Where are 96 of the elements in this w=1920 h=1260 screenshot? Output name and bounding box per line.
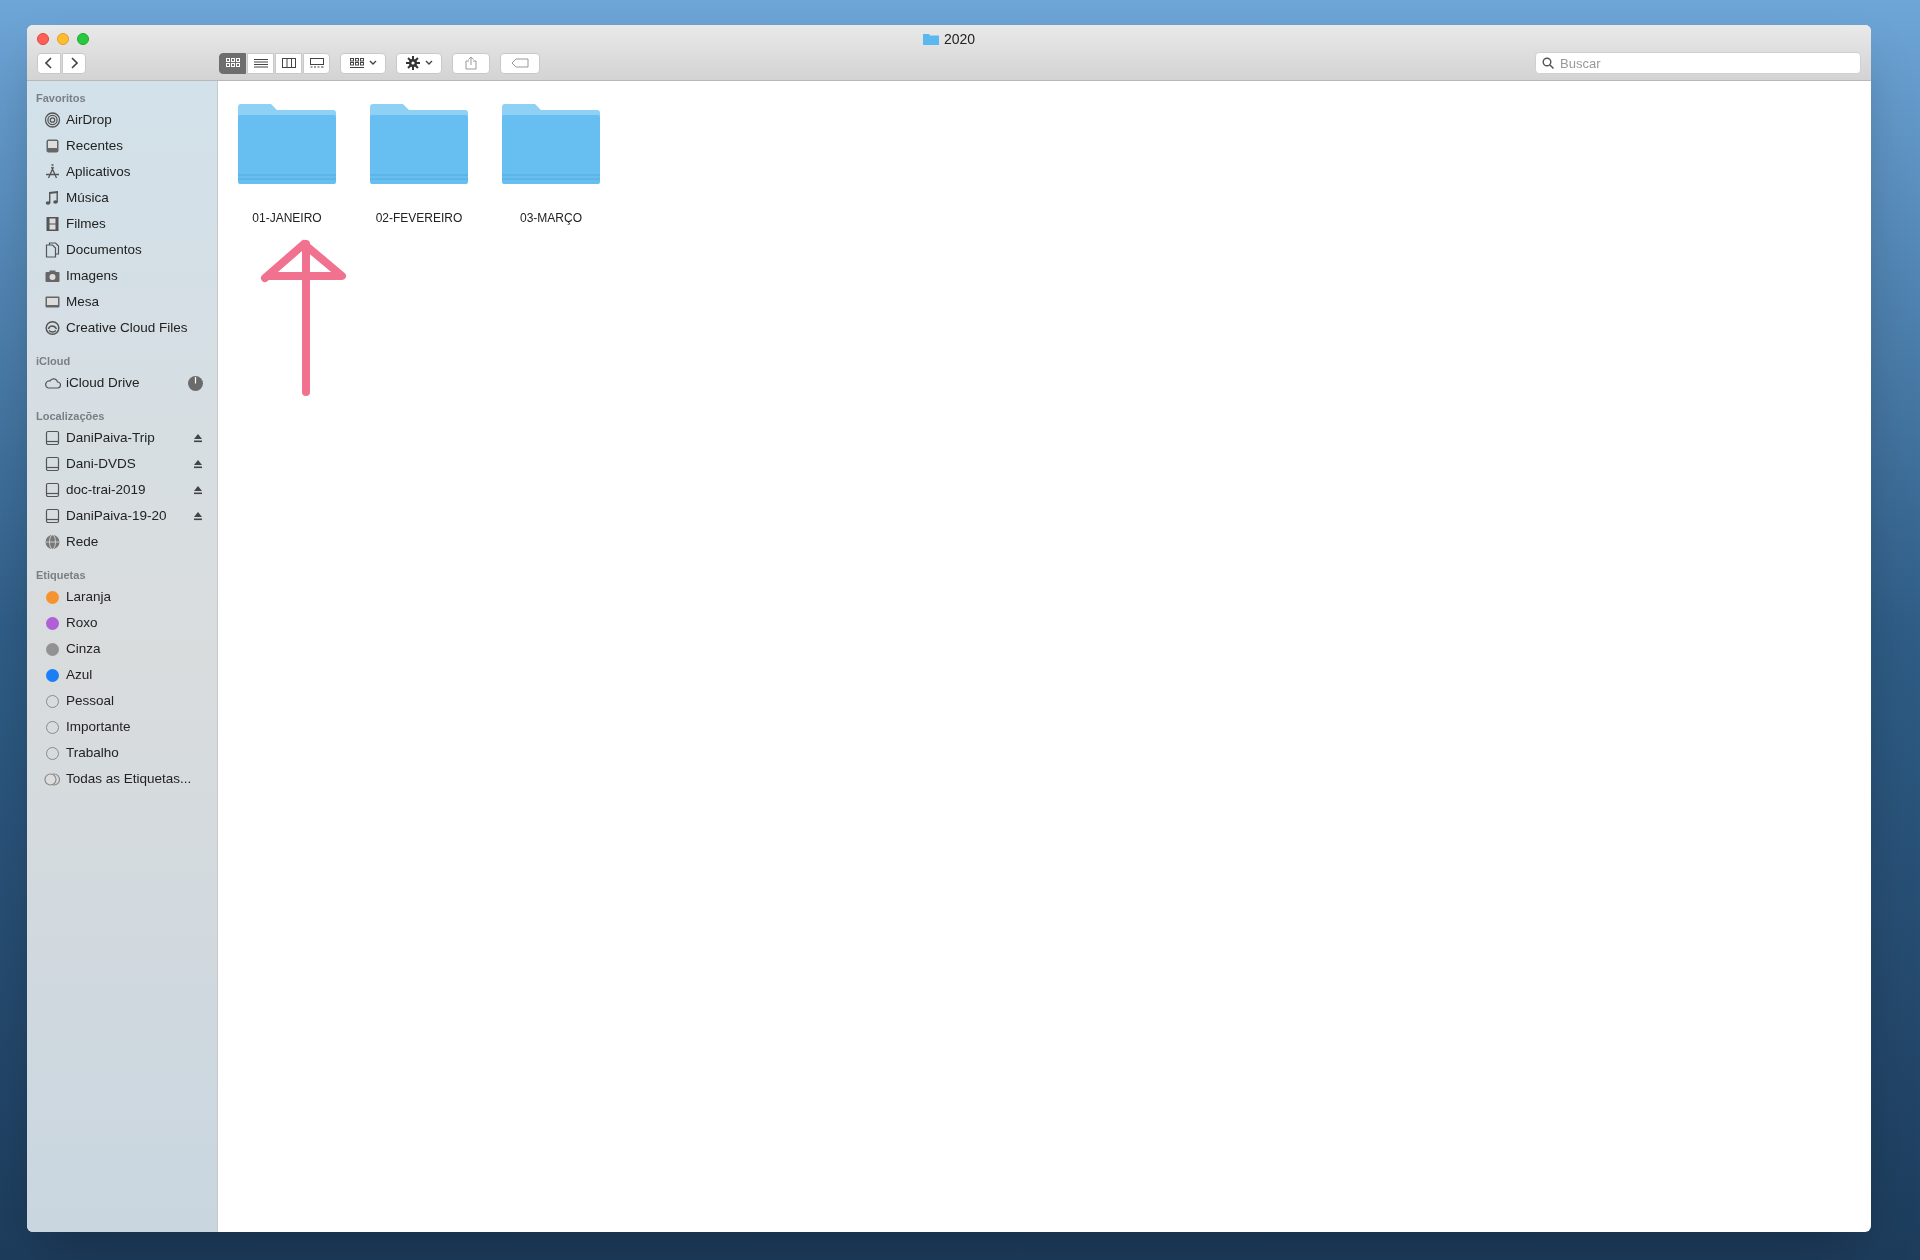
action-button[interactable]: [396, 52, 442, 74]
eject-icon[interactable]: [193, 433, 203, 443]
window-title: 2020: [943, 29, 976, 49]
sidebar-item[interactable]: DaniPaiva-Trip: [36, 425, 203, 451]
item-label: Rede: [66, 532, 100, 551]
item-label: Mesa: [66, 292, 100, 311]
section-heading: Favoritos: [36, 91, 87, 106]
item-label: Creative Cloud Files: [66, 318, 189, 337]
sidebar-item[interactable]: Pessoal: [36, 688, 203, 714]
sidebar-item[interactable]: Importante: [36, 714, 203, 740]
eject-icon[interactable]: [193, 485, 203, 495]
item-label: Aplicativos: [66, 162, 132, 181]
eject-icon[interactable]: [193, 459, 203, 469]
sidebar-item[interactable]: Recentes: [36, 133, 203, 159]
sidebar-item[interactable]: iCloud Drive: [36, 370, 203, 396]
gear-icon: [405, 56, 420, 70]
item-label: DaniPaiva-Trip: [66, 428, 156, 447]
sidebar-item[interactable]: doc-trai-2019: [36, 477, 203, 503]
sidebar-item[interactable]: DaniPaiva-19-20: [36, 503, 203, 529]
sidebar-item[interactable]: Azul: [36, 662, 203, 688]
drive-icon: [44, 482, 61, 498]
film-icon: [44, 216, 61, 232]
item-label: Filmes: [66, 214, 107, 233]
sidebar-item[interactable]: Filmes: [36, 211, 203, 237]
item-label: Pessoal: [66, 691, 116, 710]
folder-name[interactable]: 01-JANEIRO: [252, 209, 322, 227]
item-label: Cinza: [66, 639, 102, 658]
sidebar-item[interactable]: Roxo: [36, 610, 203, 636]
item-label: Música: [66, 188, 110, 207]
share-icon: [465, 56, 477, 70]
section-heading: iCloud: [36, 354, 72, 369]
item-label: Trabalho: [66, 743, 120, 762]
back-button[interactable]: [37, 52, 61, 74]
item-label: Todas as Etiquetas...: [66, 769, 193, 788]
search-field[interactable]: Buscar: [1535, 52, 1861, 74]
sidebar-item[interactable]: Todas as Etiquetas...: [36, 766, 203, 792]
view-columns-button[interactable]: [275, 52, 302, 74]
eject-icon[interactable]: [193, 511, 203, 521]
drive-icon: [44, 456, 61, 472]
item-label: Documentos: [66, 240, 143, 259]
item-label: Laranja: [66, 587, 113, 606]
item-label: AirDrop: [66, 110, 113, 129]
sidebar-item[interactable]: Imagens: [36, 263, 203, 289]
globe-icon: [44, 534, 61, 550]
sidebar-item[interactable]: Laranja: [36, 584, 203, 610]
cloud-swirl-icon: [44, 320, 61, 336]
folder-name[interactable]: 02-FEVEREIRO: [375, 209, 463, 227]
item-label: iCloud Drive: [66, 373, 141, 392]
tag-icon: [511, 58, 529, 68]
sidebar-item[interactable]: Música: [36, 185, 203, 211]
sidebar-item[interactable]: Aplicativos: [36, 159, 203, 185]
sidebar-item[interactable]: Cinza: [36, 636, 203, 662]
folder-icon: [922, 33, 939, 45]
forward-button[interactable]: [62, 52, 86, 74]
tags-icon: [44, 772, 61, 786]
chevron-left-icon: [45, 57, 53, 69]
view-gallery-button[interactable]: [303, 52, 330, 74]
section-heading: Etiquetas: [36, 568, 87, 583]
sidebar-item[interactable]: Mesa: [36, 289, 203, 315]
sidebar-item[interactable]: Dani-DVDS: [36, 451, 203, 477]
sidebar-item[interactable]: AirDrop: [36, 107, 203, 133]
chevron-right-icon: [70, 57, 78, 69]
item-label: DaniPaiva-19-20: [66, 506, 168, 525]
sidebar-item[interactable]: Rede: [36, 529, 203, 555]
group-button[interactable]: [340, 52, 386, 74]
item-label: Imagens: [66, 266, 119, 285]
view-list-button[interactable]: [247, 52, 274, 74]
sidebar-item[interactable]: Creative Cloud Files: [36, 315, 203, 341]
section-heading: Localizações: [36, 409, 106, 424]
drive-icon: [44, 430, 61, 446]
gallery-icon: [308, 57, 325, 69]
grid-icon: [224, 57, 241, 69]
columns-icon: [280, 57, 297, 69]
item-label: Azul: [66, 665, 94, 684]
sidebar-item[interactable]: Documentos: [36, 237, 203, 263]
cloud-icon: [44, 375, 61, 391]
sidebar-item[interactable]: Trabalho: [36, 740, 203, 766]
view-icons-button[interactable]: [219, 52, 246, 74]
drive-icon: [44, 508, 61, 524]
item-label: doc-trai-2019: [66, 480, 147, 499]
item-label: Dani-DVDS: [66, 454, 137, 473]
item-label: Roxo: [66, 613, 99, 632]
chevron-down-icon: [368, 60, 377, 66]
folder-name[interactable]: 03-MARÇO: [520, 209, 582, 227]
item-label: Recentes: [66, 136, 125, 155]
documents-icon: [44, 242, 61, 258]
list-icon: [252, 57, 269, 69]
item-label: Importante: [66, 717, 132, 736]
camera-icon: [44, 268, 61, 284]
search-icon: [1542, 57, 1554, 69]
chevron-down-icon: [424, 60, 433, 66]
desktop-icon: [44, 294, 61, 310]
airdrop-icon: [44, 112, 61, 128]
close-button[interactable]: [37, 33, 49, 45]
music-note-icon: [44, 190, 61, 206]
grid-icon: [349, 57, 364, 69]
